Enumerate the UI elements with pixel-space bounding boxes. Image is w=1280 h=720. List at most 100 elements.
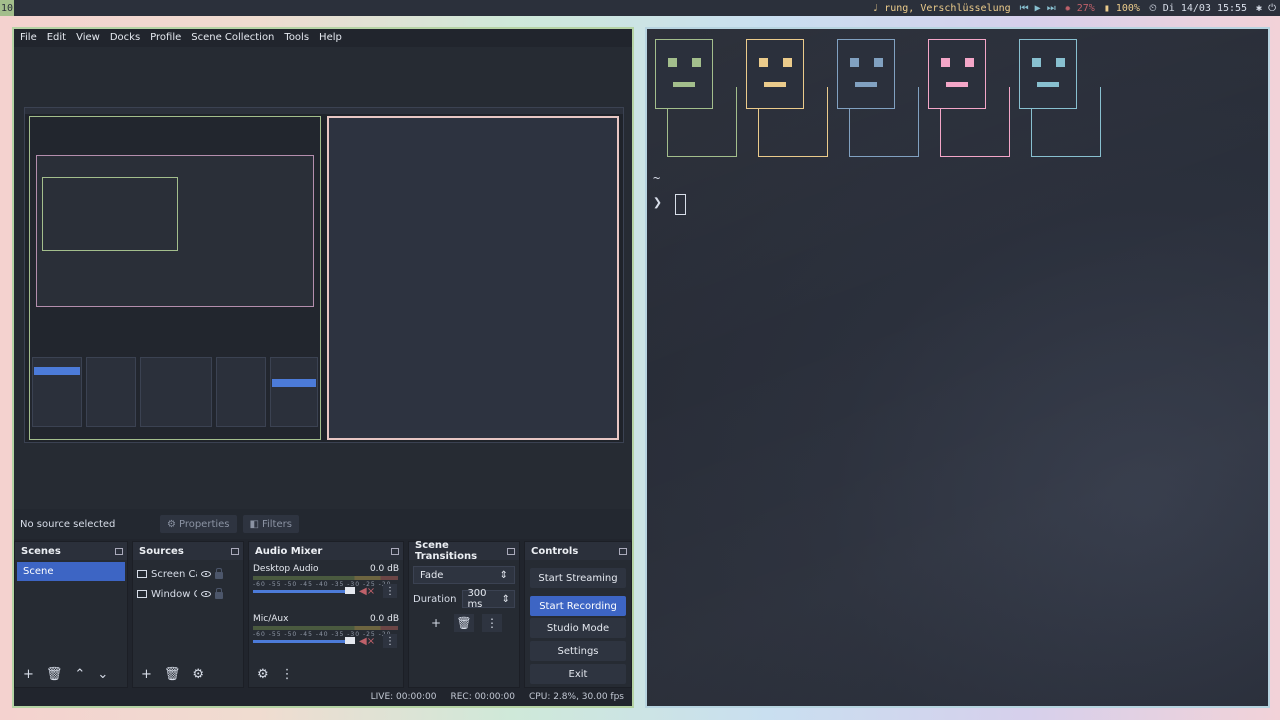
menu-profile[interactable]: Profile [150,32,181,44]
now-playing: ♩ rung, Verschlüsselung [872,2,1011,14]
mixer-title: Audio Mixer [255,545,323,557]
scene-item[interactable]: Scene [17,562,125,581]
start-streaming-button[interactable]: Start Streaming [530,568,626,588]
bot-eye [965,58,974,67]
nested-topbar [25,108,623,114]
speaker-icon[interactable]: ◀× [359,636,375,647]
source-row[interactable]: Screen Cap [133,564,243,584]
properties-label: Properties [178,518,230,530]
duration-spinbox[interactable]: 300 ms ⇕ [462,588,515,610]
move-up-icon[interactable]: ⌃ [74,667,85,682]
nested-preview-inner [42,177,178,251]
nested-obs-window [29,116,321,440]
scenes-dock-title: Scenes [15,542,127,560]
obs-window: File Edit View Docks Profile Scene Colle… [12,27,634,708]
add-source-icon[interactable]: + [141,667,152,682]
terminal-cursor [675,194,686,215]
lock-icon[interactable] [215,588,223,599]
properties-button[interactable]: ⚙ Properties [160,515,237,533]
bot-eye [1032,58,1041,67]
filters-button[interactable]: ◧ Filters [242,515,299,533]
slider-handle[interactable] [345,637,355,644]
brightness-indicator: ✹ 27% [1064,2,1095,14]
undock-icon[interactable] [507,547,515,555]
duration-value: 300 ms [467,588,487,610]
monitor-icon [137,570,147,578]
slider-handle[interactable] [345,587,355,594]
menu-docks[interactable]: Docks [110,32,140,44]
transitions-dock: Scene Transitions Fade ⇕ Duration 300 ms… [408,540,520,688]
kebab-icon[interactable]: ⋮ [383,634,397,648]
bot-head [928,39,986,109]
bot-figure [837,39,919,159]
move-down-icon[interactable]: ⌄ [97,667,108,682]
undock-icon[interactable] [115,547,123,555]
volume-meter [253,626,398,630]
bot-figure [1019,39,1101,159]
start-recording-button[interactable]: Start Recording [530,596,626,616]
gear-icon: ⚙ [167,518,176,530]
source-row[interactable]: Window Ca [133,584,243,604]
gear-icon[interactable]: ⚙ [192,667,204,682]
cpu-status: CPU: 2.8%, 30.00 fps [529,692,624,702]
exit-button[interactable]: Exit [530,664,626,684]
studio-mode-button[interactable]: Studio Mode [530,618,626,638]
nested-scene-item [34,367,80,375]
kebab-icon[interactable]: ⋮ [281,667,294,682]
kebab-icon[interactable]: ⋮ [482,614,502,632]
mixer-channel: Mic/Aux 0.0 dB -60 -55 -50 -45 -40 -35 -… [249,610,403,660]
volume-slider[interactable] [253,590,353,593]
bot-head [1019,39,1077,109]
docks-area: Scenes Scene + 🗑 ⌃ ⌄ Sources Screen Cap [14,540,632,688]
kebab-icon[interactable]: ⋮ [383,584,397,598]
transition-buttons: + 🗑 ⋮ [409,614,519,632]
preview-canvas[interactable] [24,107,624,443]
settings-button[interactable]: Settings [530,641,626,661]
bot-eye [941,58,950,67]
transitions-title: Scene Transitions [415,540,478,562]
nested-mixer [140,357,212,427]
bot-mouth [946,82,968,87]
speaker-icon[interactable]: ◀× [359,586,375,597]
menu-file[interactable]: File [20,32,37,44]
battery-indicator: ▮ 100% [1103,2,1140,14]
updown-icon[interactable]: ⇕ [502,594,510,605]
undock-icon[interactable] [619,547,627,555]
controls-dock-title: Controls [525,542,631,560]
terminal-window[interactable]: ~ ❯ [645,27,1270,708]
bot-eye [1056,58,1065,67]
mixer-footer: ⚙ ⋮ [249,665,403,683]
eye-icon[interactable] [201,591,211,597]
filter-icon: ◧ [249,518,259,530]
updown-icon: ⇕ [499,569,508,581]
add-scene-icon[interactable]: + [23,667,34,682]
bot-head [837,39,895,109]
menu-edit[interactable]: Edit [47,32,66,44]
controls-title: Controls [531,545,579,557]
rec-status: REC: 00:00:00 [450,692,516,702]
tray-icons[interactable]: ✱ ⏻ [1256,3,1276,14]
preview-area [14,47,632,509]
workspace-indicator[interactable]: 10 [0,0,14,16]
undock-icon[interactable] [231,547,239,555]
trash-icon[interactable]: 🗑 [164,667,181,682]
media-controls[interactable]: ⏮ ▶ ⏭ [1020,3,1056,14]
transition-select[interactable]: Fade ⇕ [413,566,515,584]
trash-icon[interactable]: 🗑 [46,667,63,682]
add-transition-icon[interactable]: + [426,614,446,632]
menu-scene-collection[interactable]: Scene Collection [191,32,274,44]
terminal-path: ~ [653,171,661,185]
nested-sources [86,357,136,427]
transition-value: Fade [420,569,444,581]
menu-tools[interactable]: Tools [284,32,309,44]
menu-view[interactable]: View [76,32,100,44]
menu-help[interactable]: Help [319,32,342,44]
lock-icon[interactable] [215,568,223,579]
eye-icon[interactable] [201,571,211,577]
mixer-settings-icon[interactable]: ⚙ [257,667,269,682]
sources-title: Sources [139,545,184,557]
volume-slider[interactable] [253,640,353,643]
undock-icon[interactable] [391,547,399,555]
trash-icon[interactable]: 🗑 [454,614,474,632]
duration-label: Duration [413,593,457,605]
